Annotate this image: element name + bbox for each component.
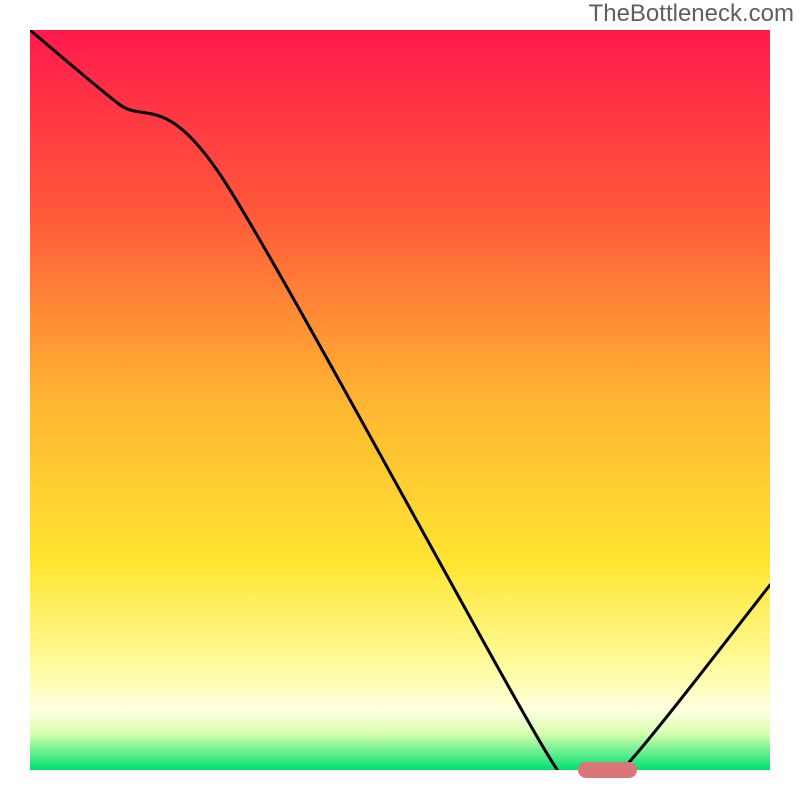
optimal-zone-marker — [578, 762, 637, 778]
watermark-text: TheBottleneck.com — [589, 0, 794, 28]
plot-area — [30, 30, 770, 770]
bottleneck-chart: TheBottleneck.com — [0, 0, 800, 800]
bottleneck-curve — [30, 30, 770, 770]
